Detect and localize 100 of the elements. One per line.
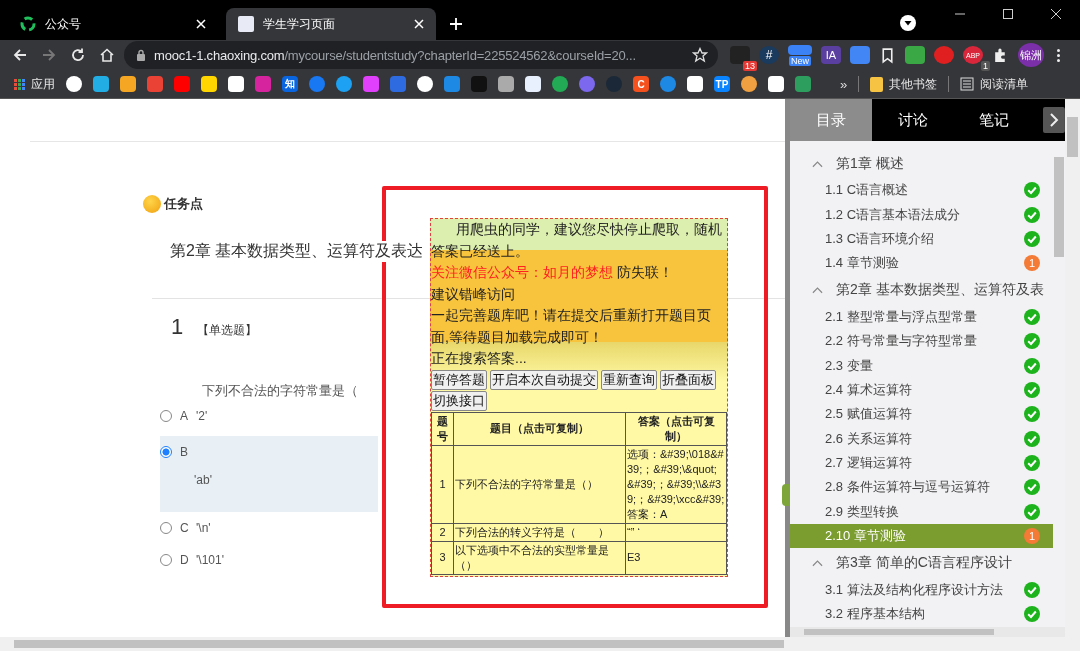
table-cell: 1: [431, 445, 454, 523]
bookmark-icon[interactable]: [417, 76, 433, 92]
star-icon[interactable]: [692, 47, 708, 63]
lesson-item[interactable]: 1.3 C语言环境介绍: [790, 226, 1053, 252]
count-badge: 1: [1024, 255, 1040, 272]
next-icon[interactable]: [1043, 107, 1065, 133]
lesson-item[interactable]: 2.9 类型转换: [790, 499, 1053, 525]
home-icon[interactable]: [99, 47, 115, 63]
lesson-item[interactable]: 1.1 C语言概述: [790, 178, 1053, 203]
new-tab-icon[interactable]: [450, 18, 462, 30]
chapter-item[interactable]: 第1章 概述: [836, 154, 904, 173]
task-label: 任务点: [164, 195, 203, 213]
table-cell[interactable]: 下列不合法的字符常量是（）: [453, 445, 626, 523]
scrollbar-thumb[interactable]: [1054, 157, 1064, 257]
follow-text: 关注微信公众号：如月的梦想: [431, 264, 613, 280]
bookmark-folder[interactable]: 其他书签: [870, 75, 938, 93]
extension-icon[interactable]: [730, 46, 750, 64]
lock-icon: [136, 49, 146, 61]
extension-icon[interactable]: [905, 46, 925, 64]
chapter-item[interactable]: 第3章 简单的C语言程序设计: [836, 553, 1012, 572]
option[interactable]: D '\101': [160, 544, 378, 576]
lesson-item[interactable]: 1.2 C语言基本语法成分: [790, 202, 1053, 227]
helper-button[interactable]: 折叠面板: [660, 369, 716, 390]
table-cell[interactable]: E3: [625, 541, 727, 574]
back-icon[interactable]: [12, 47, 28, 63]
column-header: 答案（点击可复制）: [625, 412, 727, 445]
coin-icon: [143, 195, 161, 213]
sidebar-tab[interactable]: 讨论: [871, 99, 954, 141]
close-icon[interactable]: [1050, 8, 1062, 20]
radio-button[interactable]: [160, 446, 172, 458]
option-text: '\101': [196, 553, 224, 567]
bookmark-folder[interactable]: 阅读清单: [960, 75, 1029, 93]
option[interactable]: A '2': [160, 400, 378, 432]
lesson-item[interactable]: 2.8 条件运算符与逗号运算符: [790, 475, 1053, 500]
extension-icon[interactable]: [850, 46, 870, 64]
option-letter: A: [180, 409, 189, 423]
helper-button[interactable]: 开启本次自动提交: [490, 369, 598, 390]
folder-icon: [870, 76, 884, 92]
lesson-item[interactable]: 2.4 算术运算符: [790, 377, 1053, 403]
chapter-title: 第2章 基本数据类型、运算符及表达: [170, 241, 424, 262]
helper-button[interactable]: 切换接口: [431, 390, 487, 411]
table-cell[interactable]: “” ‘: [625, 523, 727, 541]
browser-tab[interactable]: 公众号: [8, 8, 218, 40]
caret-icon[interactable]: [812, 286, 823, 295]
column-header: 题号: [431, 412, 454, 445]
extension-icon[interactable]: 锦洲: [1018, 43, 1044, 67]
url-text: mooc1-1.chaoxing.com/mycourse/studentstudy?chapterId=225524562&courseId=20...: [154, 47, 637, 63]
option-text: 'ab': [194, 473, 212, 487]
option[interactable]: C '\n': [160, 512, 378, 544]
chapter-item[interactable]: 第2章 基本数据类型、运算符及表: [836, 281, 1044, 300]
lesson-item[interactable]: 3.1 算法及结构化程序设计方法: [790, 577, 1053, 602]
forward-icon[interactable]: [41, 47, 57, 63]
option-letter: B: [180, 445, 189, 459]
table-cell[interactable]: 下列合法的转义字符是（ ）: [453, 523, 626, 541]
scrollbar-thumb[interactable]: [14, 640, 784, 648]
scrollbar-thumb[interactable]: [1067, 117, 1078, 157]
caret-icon[interactable]: [812, 159, 823, 168]
selected-option[interactable]: B 'ab': [160, 436, 378, 512]
extension-icon[interactable]: [788, 44, 812, 55]
reload-icon[interactable]: [70, 47, 86, 63]
table-cell[interactable]: 选项：&#39;\018&#39;；&#39;\&quot; &#39;；&#39;\\&#39;；&#39;\xcc&#39; 答案：A: [625, 445, 727, 523]
bookmark-icon[interactable]: [66, 76, 82, 92]
caret-icon[interactable]: [812, 558, 823, 567]
address-bar[interactable]: mooc1-1.chaoxing.com/mycourse/studentstudy?chapterId=225524562&courseId=20...: [124, 41, 718, 69]
lesson-item[interactable]: 2.3 变量: [790, 353, 1053, 378]
extension-icon[interactable]: [934, 46, 954, 64]
lesson-item[interactable]: 1.4 章节测验 1: [790, 251, 1053, 276]
lesson-item[interactable]: 2.2 符号常量与字符型常量: [790, 328, 1053, 354]
lesson-item[interactable]: 2.6 关系运算符: [790, 426, 1053, 451]
tab-title: 公众号: [45, 15, 82, 33]
bookmark-item[interactable]: 应用: [14, 75, 55, 93]
sidebar-tab[interactable]: 笔记: [953, 99, 1036, 141]
bookmark-icon[interactable]: [741, 76, 757, 92]
question-number: 1: [171, 314, 184, 340]
browser-tab[interactable]: 学生学习页面: [226, 8, 436, 40]
collapse-handle[interactable]: [782, 484, 790, 506]
helper-button[interactable]: 暂停答题: [431, 369, 487, 390]
bookmark-icon[interactable]: [879, 46, 896, 64]
bookmark-icon[interactable]: TP: [714, 76, 730, 92]
notice-text: 用爬虫的同学，建议您尽快停止爬取，随机答案已经送上。: [431, 220, 723, 261]
lesson-item[interactable]: 2.5 赋值运算符: [790, 402, 1053, 427]
bookmark-icon[interactable]: 知: [282, 76, 298, 92]
option-text: '\n': [196, 521, 211, 535]
extension-icon[interactable]: #: [759, 46, 779, 64]
extension-badge: 13: [743, 61, 757, 71]
lesson-item[interactable]: 2.1 整型常量与浮点型常量: [790, 304, 1053, 329]
lesson-item[interactable]: 3.2 程序基本结构: [790, 601, 1053, 627]
scrollbar-thumb[interactable]: [804, 629, 994, 635]
lesson-item[interactable]: 2.7 逻辑运算符: [790, 450, 1053, 476]
more-bookmarks-button[interactable]: »: [840, 76, 848, 92]
status-text: 正在搜索答案...: [431, 349, 528, 368]
dropdown-icon[interactable]: [900, 15, 916, 31]
tab-title: 学生学习页面: [263, 15, 336, 33]
option-letter: D: [180, 553, 190, 567]
option-text: '2': [196, 409, 208, 423]
table-cell[interactable]: 以下选项中不合法的实型常量是（）: [453, 541, 626, 574]
helper-button[interactable]: 重新查询: [601, 369, 657, 390]
recycle-logo-icon: [20, 16, 36, 32]
extension-icon[interactable]: IA: [821, 46, 841, 64]
maximize-icon[interactable]: [1002, 8, 1014, 20]
